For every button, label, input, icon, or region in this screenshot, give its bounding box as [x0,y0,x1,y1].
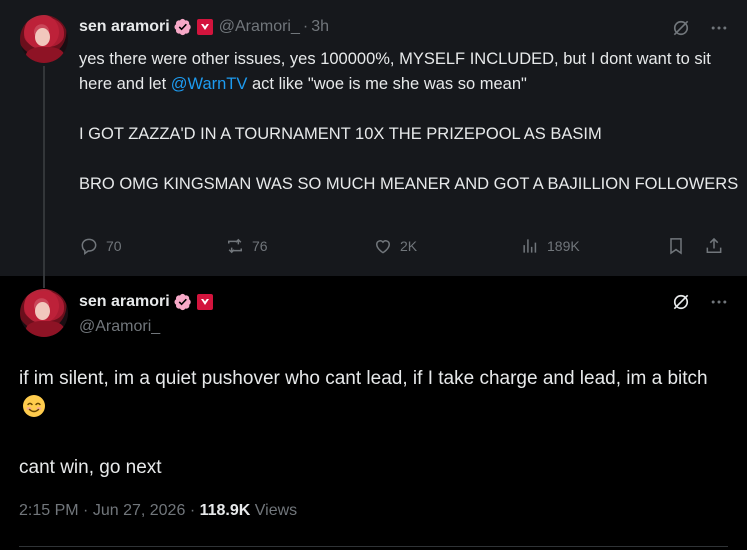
tweet-corner-actions [671,18,729,38]
views-count[interactable]: 118.9K [200,502,251,519]
separator-dot: · [302,18,309,35]
tweet-paragraph: cant win, go next [19,457,162,478]
repost-button[interactable]: 76 [225,236,268,256]
tweet-text: if im silent, im a quiet pushover who ca… [19,364,734,483]
views-label: Views [254,502,298,519]
tweet-text: yes there were other issues, yes 100000%… [79,47,739,197]
separator-dot: · [189,502,196,519]
tweet-actions: 70 76 2K 189K [79,236,729,262]
mention-link[interactable]: @WarnTV [171,75,248,93]
tweet-thread: sen aramori @Aramori_ · 3h yes there wer… [0,0,747,550]
avatar[interactable] [20,15,68,63]
parent-tweet[interactable]: sen aramori @Aramori_ · 3h yes there wer… [0,0,747,288]
views-icon [523,239,537,253]
repost-icon [228,238,242,254]
smiling-face-emoji [22,394,46,418]
thread-connector-line [43,66,45,288]
reply-button[interactable]: 70 [79,236,122,256]
views-button[interactable]: 189K [520,236,580,256]
more-icon[interactable] [709,292,729,312]
tweet-corner-actions [671,292,729,312]
verified-icon[interactable] [174,293,192,311]
timestamp[interactable]: 3h [311,18,329,36]
separator-dot: · [83,502,89,519]
grok-icon[interactable] [671,18,691,38]
like-button[interactable]: 2K [373,236,417,256]
reply-count: 70 [106,238,122,254]
tweet-header: sen aramori [79,292,213,312]
tweet-paragraph: if im silent, im a quiet pushover who ca… [19,364,734,424]
user-handle[interactable]: @Aramori_ [219,18,300,36]
share-button[interactable] [704,236,724,256]
tweet-paragraph: yes there were other issues, yes 100000%… [79,50,711,93]
reply-icon [81,238,97,255]
views-count: 189K [547,238,580,254]
tweet-header: sen aramori @Aramori_ · 3h [79,17,329,37]
bookmark-icon [670,238,682,255]
avatar[interactable] [20,289,68,337]
repost-count: 76 [252,238,268,254]
grok-icon[interactable] [671,292,691,312]
display-name[interactable]: sen aramori [79,293,170,311]
tweet-date[interactable]: Jun 27, 2026 [93,502,186,519]
share-icon [706,237,722,253]
tweet-paragraph: I GOT ZAZZA'D IN A TOURNAMENT 10X THE PR… [79,125,602,143]
verified-icon[interactable] [174,18,192,36]
like-icon [375,240,391,254]
more-icon[interactable] [709,18,729,38]
like-count: 2K [400,238,418,254]
user-handle[interactable]: @Aramori_ [79,318,160,336]
tweet-time[interactable]: 2:15 PM [19,502,79,519]
tweet-paragraph: BRO OMG KINGSMAN WAS SO MUCH MEANER AND … [79,175,739,193]
display-name[interactable]: sen aramori [79,18,170,36]
tweet-metadata: 2:15 PM · Jun 27, 2026 · 118.9K Views [19,502,297,520]
bookmark-button[interactable] [666,236,686,256]
affiliate-badge-icon[interactable] [196,294,213,310]
divider [19,546,728,547]
affiliate-badge-icon[interactable] [196,19,213,35]
